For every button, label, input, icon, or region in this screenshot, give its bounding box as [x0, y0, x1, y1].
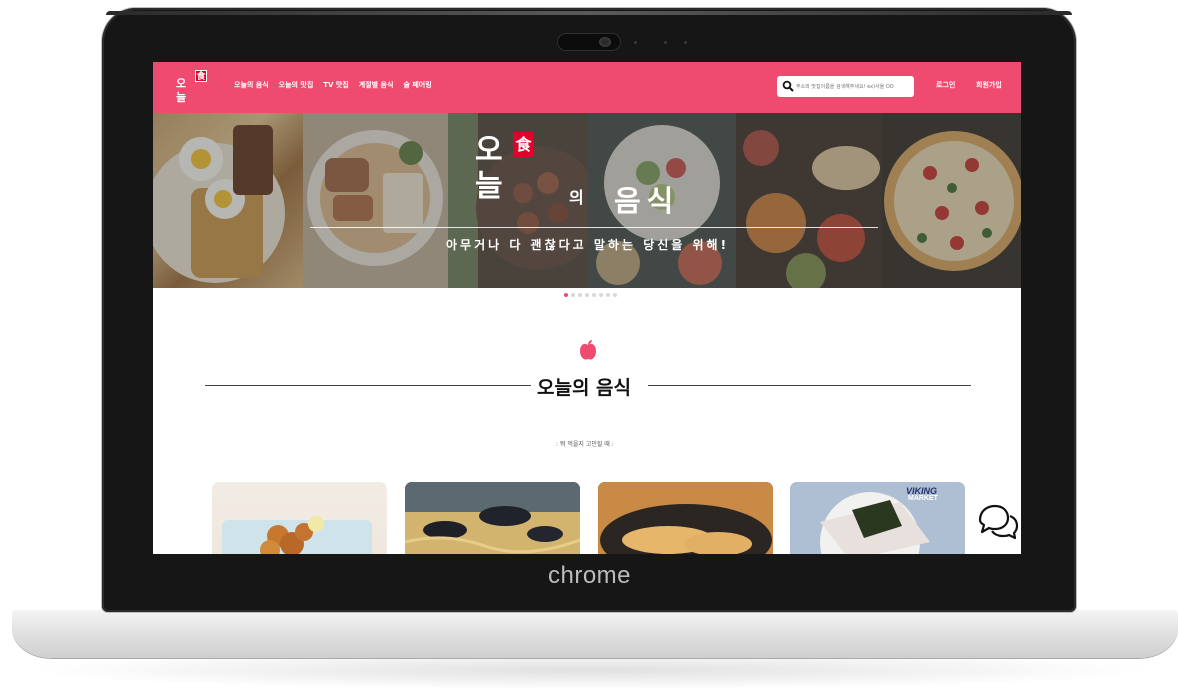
signup-link[interactable]: 회원가입	[976, 80, 1002, 90]
search-box	[777, 76, 914, 97]
carousel-indicators	[564, 293, 617, 297]
webcam-lens	[599, 37, 611, 47]
hero-divider	[310, 227, 878, 228]
hero-logo-badge: 食	[513, 132, 534, 157]
hero-logo-letter: 오늘	[475, 133, 503, 204]
camera-sensor-dot	[634, 41, 637, 44]
laptop-mockup: chrome 오늘 食 오늘의 음식 오늘의 맛집 TV 맛집 계절별 음식 술…	[0, 0, 1179, 698]
menu-today-restaurant[interactable]: 오늘의 맛집	[279, 80, 314, 90]
hero-title: 음식	[614, 184, 680, 218]
fish-dish-image	[790, 482, 965, 554]
hero-banner: 오늘 食 의 음식 아무거나 다 괜찮다고 말하는 당신을 위해!	[153, 113, 1021, 288]
fried-chicken-image	[222, 516, 372, 554]
search-input[interactable]	[796, 79, 910, 94]
food-card-grilled-dish[interactable]	[598, 482, 773, 554]
food-card-mussel-noodles[interactable]	[405, 482, 580, 554]
food-card-fried-chicken[interactable]	[212, 482, 387, 554]
carousel-dot[interactable]	[571, 293, 575, 297]
bezel-highlight	[106, 11, 1072, 15]
carousel-dot[interactable]	[599, 293, 603, 297]
section-divider-right	[648, 385, 971, 386]
menu-tv-restaurant[interactable]: TV 맛집	[323, 80, 349, 90]
carousel-dot[interactable]	[585, 293, 589, 297]
hero-connector: 의	[569, 188, 584, 207]
webcam	[557, 33, 621, 51]
food-card-viking-market-fish[interactable]: VIKING MARKET	[790, 482, 965, 554]
apple-icon	[580, 340, 596, 360]
top-navbar: 오늘 食 오늘의 음식 오늘의 맛집 TV 맛집 계절별 음식 술 페어링 로그…	[153, 62, 1021, 113]
carousel-dot[interactable]	[606, 293, 610, 297]
logo-badge: 食	[195, 70, 207, 82]
hero-subtitle: 아무거나 다 괜찮다고 말하는 당신을 위해!	[446, 238, 730, 252]
camera-sensor-dot	[684, 41, 687, 44]
chrome-device-label: chrome	[547, 562, 632, 589]
browser-screen: 오늘 食 오늘의 음식 오늘의 맛집 TV 맛집 계절별 음식 술 페어링 로그…	[153, 62, 1021, 554]
logo-letter: 오늘	[176, 77, 187, 104]
laptop-base	[12, 610, 1178, 658]
viking-market-brand-sub: MARKET	[908, 495, 938, 502]
carousel-dot[interactable]	[592, 293, 596, 297]
search-icon[interactable]	[782, 80, 794, 92]
menu-today-food[interactable]: 오늘의 음식	[234, 80, 269, 90]
carousel-dot[interactable]	[578, 293, 582, 297]
grilled-dish-image	[598, 482, 773, 554]
site-logo[interactable]: 오늘 食	[176, 67, 216, 109]
camera-sensor-dot	[664, 41, 667, 44]
login-link[interactable]: 로그인	[936, 80, 955, 90]
menu-drink-pairing[interactable]: 술 페어링	[403, 80, 431, 90]
hero-dim-overlay	[153, 113, 1021, 288]
section-subtitle: : 뭐 먹을지 고민될 때 :	[556, 441, 614, 448]
menu-seasonal-food[interactable]: 계절별 음식	[359, 80, 394, 90]
carousel-dot[interactable]	[564, 293, 568, 297]
main-menu: 오늘의 음식 오늘의 맛집 TV 맛집 계절별 음식 술 페어링	[234, 80, 432, 90]
section-divider-left	[205, 385, 531, 386]
section-title: 오늘의 음식	[537, 377, 632, 399]
carousel-dot[interactable]	[613, 293, 617, 297]
mussel-noodles-image	[405, 482, 580, 554]
chat-icon[interactable]	[976, 502, 1020, 540]
